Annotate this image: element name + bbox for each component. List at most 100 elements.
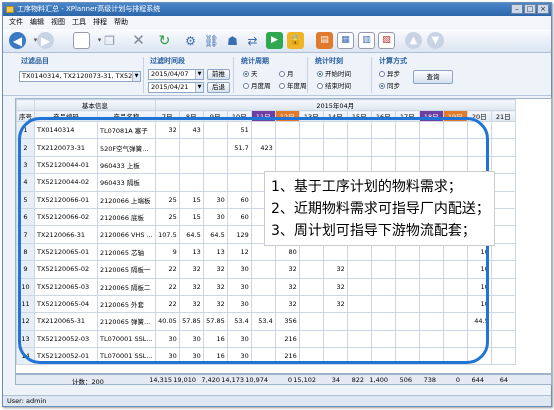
date-to-field[interactable]: 2015/04/21 ▼ bbox=[148, 82, 204, 93]
period-month-radio[interactable]: 月 bbox=[279, 70, 294, 78]
down-icon[interactable]: ▼ bbox=[427, 32, 444, 49]
item-filter-combo[interactable]: TX0140314, TX2120073-31, TX52... ▼ bbox=[19, 71, 141, 82]
menu-schedule[interactable]: 排程 bbox=[93, 17, 107, 27]
timing-start-radio[interactable]: 开始时间 bbox=[317, 70, 351, 78]
menu-edit[interactable]: 编辑 bbox=[30, 17, 44, 27]
period-yearweek-label: 年度周 bbox=[287, 82, 307, 90]
summary-total: 644 bbox=[471, 376, 484, 384]
timing-end-radio[interactable]: 结束时间 bbox=[317, 82, 351, 90]
menu-view[interactable]: 视图 bbox=[51, 17, 65, 27]
date-to-value: 2015/04/21 bbox=[151, 83, 189, 91]
cell-value[interactable] bbox=[490, 277, 516, 296]
menu-tools[interactable]: 工具 bbox=[72, 17, 86, 27]
network-icon[interactable]: ⛓ bbox=[203, 32, 220, 49]
delete-icon[interactable]: ✕ bbox=[130, 32, 147, 49]
maximize-button[interactable]: □ bbox=[524, 4, 536, 14]
period-yearweek-radio[interactable]: 年度周 bbox=[279, 82, 307, 90]
transfer-icon[interactable]: ⇄ bbox=[244, 32, 261, 49]
form-icon[interactable]: ▥ bbox=[358, 32, 375, 49]
timing-group: 统计时刻 开始时间 结束时间 bbox=[309, 54, 371, 95]
cell-value[interactable] bbox=[490, 312, 516, 331]
filter-time-title: 过滤时间段 bbox=[150, 57, 185, 65]
resource-icon[interactable]: ⚙ bbox=[182, 32, 199, 49]
status-bar: User: admin bbox=[3, 395, 551, 406]
calc-sync-radio[interactable]: 同步 bbox=[379, 82, 400, 90]
minimize-button[interactable]: – bbox=[511, 4, 523, 14]
item-filter-value: TX0140314, TX2120073-31, TX52... bbox=[22, 72, 139, 80]
filter-item-group: 过滤品目 TX0140314, TX2120073-31, TX52... ▼ bbox=[15, 54, 143, 95]
calc-title: 计算方式 bbox=[379, 57, 407, 65]
period-monthweek-radio[interactable]: 月度周 bbox=[243, 82, 271, 90]
forward-icon[interactable]: ▶ bbox=[37, 32, 54, 49]
report-icon[interactable]: ▧ bbox=[378, 32, 395, 49]
next-button[interactable]: 后退 bbox=[207, 82, 230, 93]
menu-file[interactable]: 文件 bbox=[9, 17, 23, 27]
radio-dot bbox=[379, 71, 385, 77]
cell-value[interactable] bbox=[490, 120, 516, 140]
summary-count: 计数：200 bbox=[72, 378, 104, 386]
chevron-down-icon: ▼ bbox=[132, 72, 140, 81]
back-icon[interactable]: ◀ bbox=[9, 32, 26, 49]
window-controls: – □ × bbox=[511, 4, 549, 14]
up-icon[interactable]: ▲ bbox=[405, 32, 422, 49]
run-icon[interactable]: ▶ bbox=[266, 32, 283, 49]
chevron-down-icon: ▼ bbox=[195, 70, 203, 79]
summary-total: 14,315 bbox=[149, 376, 172, 384]
filter-bar: 过滤品目 TX0140314, TX2120073-31, TX52... ▼ … bbox=[3, 54, 551, 96]
radio-dot-selected bbox=[317, 71, 323, 77]
chevron-down-icon: ▼ bbox=[195, 83, 203, 92]
calc-async-label: 异步 bbox=[387, 70, 400, 78]
copy-icon[interactable]: ❐ bbox=[101, 32, 118, 49]
summary-total: 822 bbox=[351, 376, 364, 384]
cell-value[interactable] bbox=[490, 138, 516, 157]
radio-dot bbox=[279, 83, 285, 89]
chart-icon[interactable]: ▤ bbox=[316, 32, 333, 49]
divider bbox=[233, 57, 234, 93]
summary-row: 计数：200 14,315 19,010 7,420 14,173 10,974 0 15,… bbox=[15, 374, 552, 386]
filter-time-group: 过滤时间段 2015/04/07 ▼ 2015/04/21 ▼ 前推 后退 bbox=[144, 54, 232, 95]
col-day[interactable]: 21日 bbox=[490, 110, 516, 122]
cell-value[interactable] bbox=[490, 347, 516, 366]
summary-total: 738 bbox=[423, 376, 436, 384]
prev-button[interactable]: 前推 bbox=[207, 69, 230, 80]
cell-value[interactable] bbox=[490, 329, 516, 349]
summary-total: 14,173 bbox=[221, 376, 244, 384]
cell-value[interactable] bbox=[490, 294, 516, 314]
query-button[interactable]: 查询 bbox=[413, 70, 453, 84]
summary-total: 0 bbox=[455, 376, 460, 384]
lock-icon[interactable]: 🔒 bbox=[287, 32, 304, 49]
refresh-icon[interactable]: ↻ bbox=[156, 32, 173, 49]
timing-end-label: 结束时间 bbox=[325, 82, 351, 90]
radio-dot bbox=[243, 83, 249, 89]
radio-dot bbox=[279, 71, 285, 77]
header-month: 2015年04月 bbox=[154, 99, 516, 111]
table-icon[interactable]: ▦ bbox=[337, 32, 354, 49]
calc-async-radio[interactable]: 异步 bbox=[379, 70, 400, 78]
app-icon bbox=[6, 6, 14, 13]
toolbar: ◀ ▾ ▶ ▾ ❐ ✕ ↻ ⚙ ⛓ ☗ ⇄ ▶ 🔒 ▤ ▦ ▥ ▧ ▲ ▼ bbox=[3, 29, 551, 53]
menu-help[interactable]: 帮助 bbox=[114, 17, 128, 27]
radio-dot-selected bbox=[243, 71, 249, 77]
radio-dot bbox=[317, 83, 323, 89]
new-document-icon[interactable] bbox=[73, 32, 90, 49]
users-icon[interactable]: ☗ bbox=[224, 32, 241, 49]
callout-line-2: 2、近期物料需求可指导厂内配送； bbox=[271, 201, 490, 217]
summary-total: 0 bbox=[287, 376, 292, 384]
summary-total: 1,400 bbox=[369, 376, 388, 384]
summary-total: 34 bbox=[331, 376, 340, 384]
summary-total: 506 bbox=[399, 376, 412, 384]
menu-bar: 文件 编辑 视图 工具 排程 帮助 bbox=[3, 16, 551, 28]
period-day-radio[interactable]: 天 bbox=[243, 70, 258, 78]
callout-textbox: 1、基于工序计划的物料需求； 2、近期物料需求可指导厂内配送； 3、周计划可指导… bbox=[264, 171, 495, 246]
summary-total: 10,974 bbox=[245, 376, 268, 384]
timing-start-label: 开始时间 bbox=[325, 70, 351, 78]
status-user: User: admin bbox=[7, 397, 47, 405]
filter-item-title: 过滤品目 bbox=[21, 57, 49, 65]
summary-total: 7,420 bbox=[201, 376, 220, 384]
cell-value[interactable] bbox=[490, 260, 516, 279]
date-from-field[interactable]: 2015/04/07 ▼ bbox=[148, 69, 204, 80]
close-button[interactable]: × bbox=[537, 4, 549, 14]
calc-sync-label: 同步 bbox=[387, 82, 400, 90]
divider bbox=[307, 57, 308, 93]
window-title: 工序物料汇总 - XPlanner高级计划与排程系统 bbox=[17, 5, 161, 13]
